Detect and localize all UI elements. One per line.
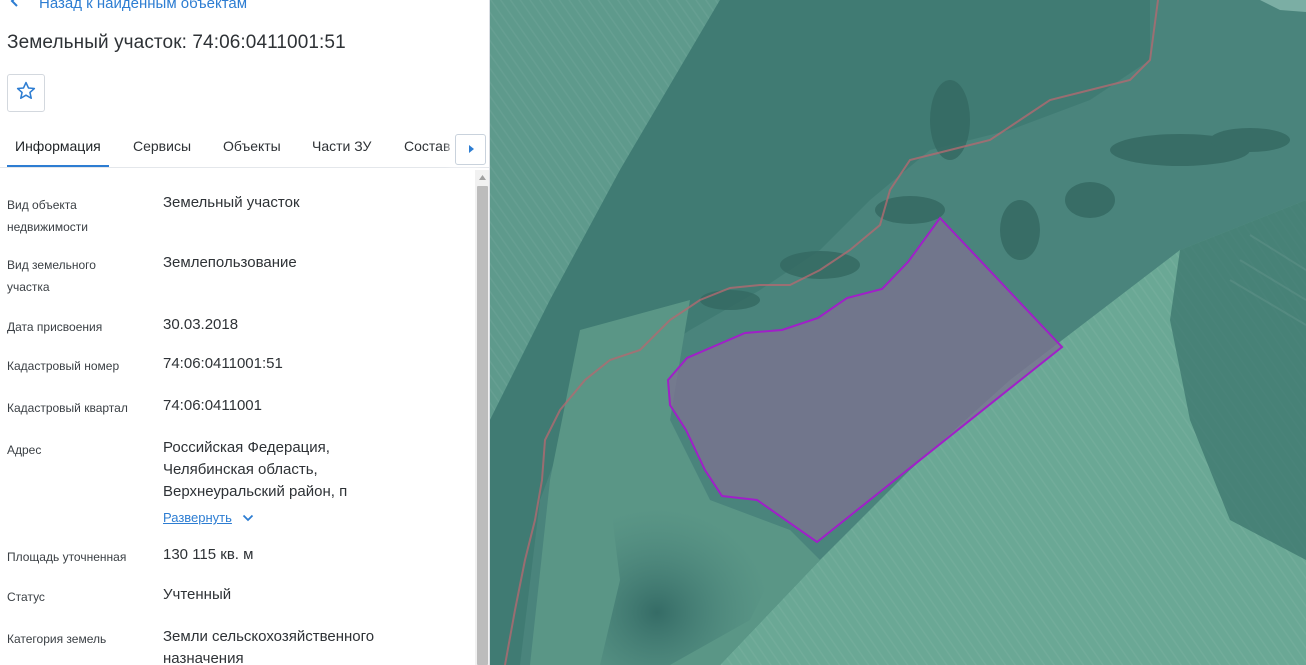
- tab-services[interactable]: Сервисы: [133, 138, 191, 154]
- info-list: Вид объекта недвижимости Земельный участ…: [0, 170, 474, 665]
- star-outline-icon: [15, 80, 37, 107]
- info-label: Вид объекта недвижимости: [7, 198, 88, 234]
- expand-address-link[interactable]: Развернуть: [163, 507, 254, 529]
- info-label: Категория земель: [7, 632, 107, 646]
- info-value: 74:06:0411001: [163, 397, 262, 414]
- map-view[interactable]: [490, 0, 1306, 665]
- info-value: Земли сельскохозяйственного назначения: [163, 628, 375, 665]
- info-label: Кадастровый номер: [7, 359, 120, 373]
- satellite-map[interactable]: [490, 0, 1306, 665]
- scroll-up-arrow-icon[interactable]: [475, 170, 489, 185]
- chevron-down-icon: [242, 507, 254, 529]
- info-value: 130 115 кв. м: [163, 546, 254, 563]
- info-value: 74:06:0411001:51: [163, 355, 283, 372]
- active-tab-indicator: [7, 165, 109, 167]
- info-label: Площадь уточненная: [7, 550, 127, 564]
- info-value: Земельный участок: [163, 194, 300, 211]
- info-value: Землепользование: [163, 254, 297, 271]
- info-label: Адрес: [7, 443, 42, 457]
- back-to-results-link[interactable]: Назад к найденным объектам: [10, 0, 247, 13]
- tab-composition[interactable]: Состав: [404, 138, 450, 154]
- tab-objects[interactable]: Объекты: [223, 138, 281, 154]
- object-info-panel: Назад к найденным объектам Земельный уча…: [0, 0, 490, 665]
- app-window: Назад к найденным объектам Земельный уча…: [0, 0, 1306, 665]
- tabs-scroll-right-button[interactable]: [455, 134, 486, 165]
- caret-right-icon: [467, 141, 475, 159]
- favorite-button[interactable]: [7, 74, 45, 112]
- page-title: Земельный участок: 74:06:0411001:51: [7, 32, 346, 53]
- tab-parcel-parts[interactable]: Части ЗУ: [312, 138, 371, 154]
- scrollbar-thumb[interactable]: [477, 186, 488, 665]
- info-label: Дата присвоения: [7, 320, 103, 334]
- info-label: Статус: [7, 590, 45, 604]
- info-scrollbar[interactable]: [475, 170, 489, 665]
- info-value: 30.03.2018: [163, 316, 239, 333]
- tab-information[interactable]: Информация: [15, 138, 101, 154]
- info-value: Российская Федерация, Челябинская област…: [163, 437, 463, 529]
- info-label: Кадастровый квартал: [7, 401, 128, 415]
- chevron-left-icon: [10, 0, 24, 12]
- tabs-bar: Информация Сервисы Объекты Части ЗУ Сост…: [0, 128, 489, 168]
- back-link-label: Назад к найденным объектам: [39, 0, 248, 12]
- info-value: Учтенный: [163, 586, 232, 603]
- info-label: Вид земельного участка: [7, 258, 96, 294]
